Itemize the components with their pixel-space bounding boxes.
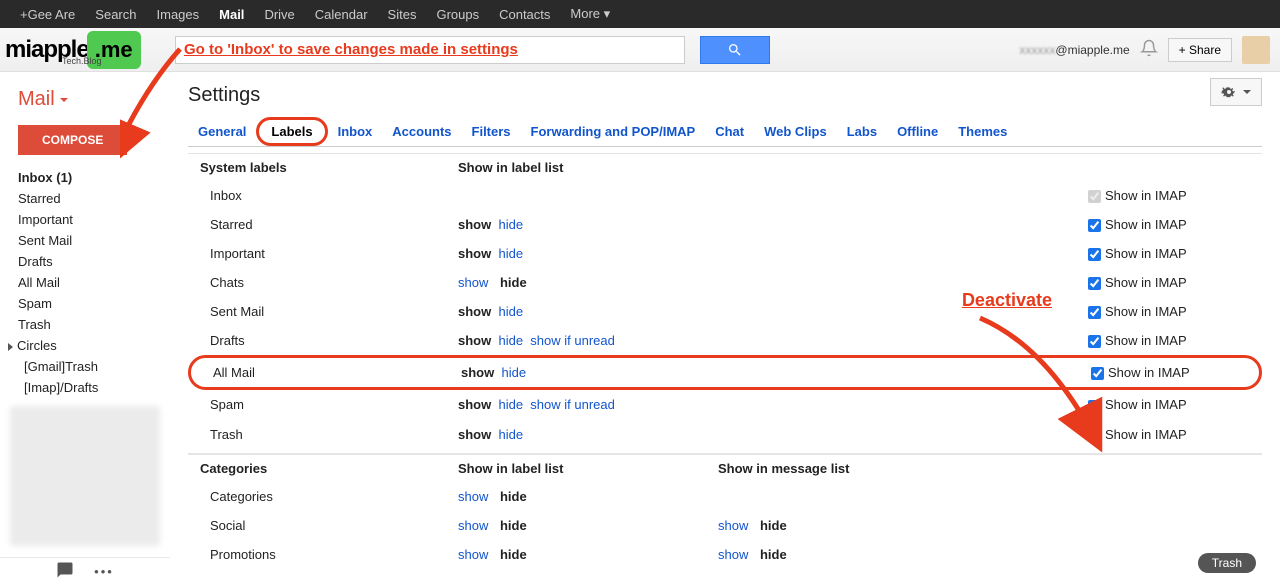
topnav-contacts[interactable]: Contacts	[489, 7, 560, 22]
page-title: Settings	[188, 84, 1262, 107]
imap-checkbox-drafts[interactable]	[1088, 335, 1101, 348]
search-button[interactable]	[700, 36, 770, 64]
tab-forwarding-and-pop-imap[interactable]: Forwarding and POP/IMAP	[521, 118, 706, 145]
gear-icon	[1221, 84, 1237, 100]
tab-accounts[interactable]: Accounts	[382, 118, 461, 145]
imap-checkbox-trash[interactable]	[1088, 429, 1101, 442]
imap-checkbox-important[interactable]	[1088, 248, 1101, 261]
tab-labels[interactable]: Labels	[256, 117, 327, 146]
tab-inbox[interactable]: Inbox	[328, 118, 383, 145]
tab-chat[interactable]: Chat	[705, 118, 754, 145]
imap-checkbox-inbox[interactable]	[1088, 190, 1101, 203]
categories-header: Categories Show in label list Show in me…	[188, 454, 1262, 482]
imap-checkbox-starred[interactable]	[1088, 219, 1101, 232]
label-row-drafts: Draftsshow hide show if unreadShow in IM…	[188, 326, 1262, 355]
trash-tooltip: Trash	[1198, 553, 1256, 573]
label-row-starred: Starredshow hideShow in IMAP	[188, 210, 1262, 239]
topnav-calendar[interactable]: Calendar	[305, 7, 378, 22]
category-row-promotions: Promotionsshow hideshow hide	[188, 540, 1262, 569]
user-email: xxxxxx@miapple.me	[1019, 42, 1129, 57]
tab-labs[interactable]: Labs	[837, 118, 887, 145]
sidebar-item-trash[interactable]: Trash	[10, 314, 160, 335]
tab-themes[interactable]: Themes	[948, 118, 1017, 145]
sidebar-item-important[interactable]: Important	[10, 209, 160, 230]
category-row-categories: Categoriesshow hide	[188, 482, 1262, 511]
sidebar: Mail COMPOSE Inbox (1)StarredImportantSe…	[0, 72, 170, 585]
share-button[interactable]: + Share	[1168, 38, 1232, 62]
mail-dropdown[interactable]: Mail	[10, 82, 160, 125]
sidebar-item-sent-mail[interactable]: Sent Mail	[10, 230, 160, 251]
topnav-groups[interactable]: Groups	[426, 7, 489, 22]
app-header: miapple .me Tech.Blog Go to 'Inbox' to s…	[0, 28, 1280, 72]
sidebar-footer: •••	[0, 557, 170, 585]
sidebar-item-drafts[interactable]: Drafts	[10, 251, 160, 272]
topnav-search[interactable]: Search	[85, 7, 146, 22]
annotation-deactivate: Deactivate	[962, 290, 1052, 311]
sidebar-item-starred[interactable]: Starred	[10, 188, 160, 209]
label-row-spam: Spamshow hide show if unreadShow in IMAP	[188, 390, 1262, 419]
imap-checkbox-sent-mail[interactable]	[1088, 306, 1101, 319]
topnav-more[interactable]: More ▾	[560, 6, 620, 22]
tab-general[interactable]: General	[188, 118, 256, 145]
label-row-all-mail: All Mailshow hideShow in IMAP	[188, 355, 1262, 390]
settings-tabs: GeneralLabelsInboxAccountsFiltersForward…	[188, 117, 1262, 147]
compose-button[interactable]: COMPOSE	[18, 125, 127, 155]
label-row-trash: Trashshow hideShow in IMAP	[188, 420, 1262, 449]
topnav-images[interactable]: Images	[147, 7, 210, 22]
imap-checkbox-spam[interactable]	[1088, 400, 1101, 413]
sidebar-item-all-mail[interactable]: All Mail	[10, 272, 160, 293]
imap-checkbox-chats[interactable]	[1088, 277, 1101, 290]
annotation-search-text: Go to 'Inbox' to save changes made in se…	[184, 41, 518, 58]
topnav-sites[interactable]: Sites	[378, 7, 427, 22]
settings-gear-button[interactable]	[1210, 78, 1262, 106]
sidebar-item--imap-drafts[interactable]: [Imap]/Drafts	[10, 377, 160, 398]
sidebar-item--gmail-trash[interactable]: [Gmail]Trash	[10, 356, 160, 377]
search-icon	[727, 42, 743, 58]
tab-filters[interactable]: Filters	[462, 118, 521, 145]
search-input[interactable]: Go to 'Inbox' to save changes made in se…	[175, 36, 685, 64]
topnav-drive[interactable]: Drive	[254, 7, 304, 22]
label-row-inbox: InboxShow in IMAP	[188, 181, 1262, 210]
imap-checkbox-all-mail[interactable]	[1091, 367, 1104, 380]
label-row-important: Importantshow hideShow in IMAP	[188, 239, 1262, 268]
caret-down-icon	[60, 98, 68, 102]
tab-offline[interactable]: Offline	[887, 118, 948, 145]
topnav--gee-are[interactable]: +Gee Are	[10, 7, 85, 22]
caret-down-icon	[1243, 90, 1251, 94]
sidebar-item-spam[interactable]: Spam	[10, 293, 160, 314]
notifications-icon[interactable]	[1140, 39, 1158, 60]
sidebar-blurred-area	[10, 406, 160, 546]
logo-subtitle: Tech.Blog	[62, 56, 102, 66]
main-content: Settings GeneralLabelsInboxAccountsFilte…	[170, 72, 1280, 585]
label-row-chats: Chatsshow hideShow in IMAP	[188, 268, 1262, 297]
label-row-sent-mail: Sent Mailshow hideShow in IMAP	[188, 297, 1262, 326]
system-labels-header: System labels Show in label list	[188, 153, 1262, 181]
category-row-social: Socialshow hideshow hide	[188, 511, 1262, 540]
more-icon[interactable]: •••	[94, 564, 114, 579]
tab-web-clips[interactable]: Web Clips	[754, 118, 837, 145]
hangouts-icon[interactable]	[56, 561, 74, 582]
sidebar-item-circles[interactable]: Circles	[10, 335, 160, 356]
topnav-mail[interactable]: Mail	[209, 7, 254, 22]
sidebar-item-inbox-1-[interactable]: Inbox (1)	[10, 167, 160, 188]
avatar[interactable]	[1242, 36, 1270, 64]
google-topnav: +Gee AreSearchImagesMailDriveCalendarSit…	[0, 0, 1280, 28]
